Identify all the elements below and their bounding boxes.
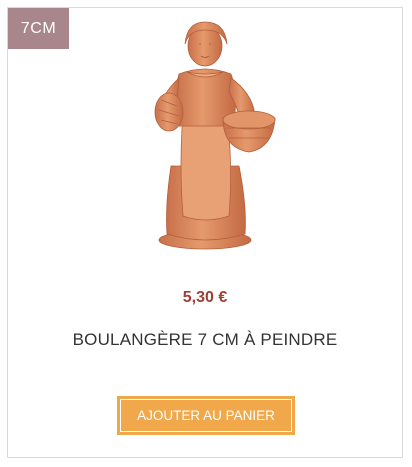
product-title[interactable]: BOULANGÈRE 7 CM À PEINDRE [8, 330, 402, 350]
product-image[interactable] [143, 16, 278, 253]
add-to-cart-label: AJOUTER AU PANIER [120, 399, 292, 432]
size-badge: 7CM [8, 8, 69, 49]
add-to-cart-button[interactable]: AJOUTER AU PANIER [117, 396, 295, 435]
product-price: 5,30 € [182, 289, 228, 306]
product-card: 7CM 5,30 € BOULANGÈRE 7 CM À PEINDRE AJO… [7, 7, 403, 458]
